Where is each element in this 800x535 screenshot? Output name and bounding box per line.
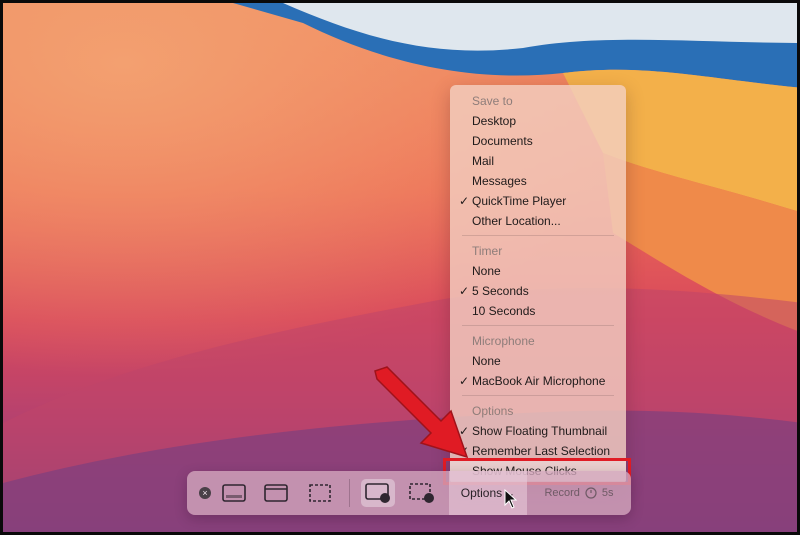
menu-item-10-seconds[interactable]: 10 Seconds — [450, 301, 626, 321]
menu-item-quicktime-player[interactable]: ✓ QuickTime Player — [450, 191, 626, 211]
menu-item-label: Other Location... — [472, 214, 561, 228]
menu-item-documents[interactable]: Documents — [450, 131, 626, 151]
menu-item-macbook-air-microphone[interactable]: ✓ MacBook Air Microphone — [450, 371, 626, 391]
menu-item-label: QuickTime Player — [472, 194, 567, 208]
menu-item-label: MacBook Air Microphone — [472, 374, 606, 388]
section-title-save-to: Save to — [472, 94, 513, 108]
record-entire-screen-icon — [365, 483, 390, 503]
capture-entire-screen-button[interactable] — [221, 479, 247, 507]
record-selection-button[interactable] — [405, 479, 439, 507]
record-button[interactable]: Record 5s — [533, 471, 625, 515]
menu-item-timer-none[interactable]: None — [450, 261, 626, 281]
menu-item-desktop[interactable]: Desktop — [450, 111, 626, 131]
screenshot-frame: Save to Desktop Documents Mail Messages … — [0, 0, 800, 535]
menu-item-label: Mail — [472, 154, 495, 168]
capture-window-button[interactable] — [263, 479, 289, 507]
capture-entire-screen-icon — [222, 484, 246, 502]
menu-item-mail[interactable]: Mail — [450, 151, 626, 171]
menu-item-label: Remember Last Selection — [472, 444, 611, 458]
record-selection-icon — [409, 483, 434, 503]
record-timer-value: 5s — [601, 487, 614, 499]
options-menu: Save to Desktop Documents Mail Messages … — [450, 85, 626, 485]
capture-window-icon — [264, 484, 288, 502]
menu-item-label: Messages — [472, 174, 527, 188]
timer-icon — [585, 487, 597, 499]
menu-item-other-location[interactable]: Other Location... — [450, 211, 626, 231]
capture-selection-button[interactable] — [307, 479, 333, 507]
menu-item-show-floating-thumbnail[interactable]: ✓ Show Floating Thumbnail — [450, 421, 626, 441]
menu-separator — [462, 325, 614, 326]
section-title-options: Options — [472, 404, 514, 418]
checkmark-icon: ✓ — [458, 194, 470, 208]
menu-item-5-seconds[interactable]: ✓ 5 Seconds — [450, 281, 626, 301]
screenshot-toolbar: × Options ⌄ Record 5s — [187, 471, 631, 515]
menu-item-label: None — [472, 264, 501, 278]
menu-item-remember-last-selection[interactable]: ✓Remember Last Selection — [450, 441, 626, 461]
menu-item-label: Desktop — [472, 114, 517, 128]
menu-separator — [462, 395, 614, 396]
menu-item-messages[interactable]: Messages — [450, 171, 626, 191]
close-icon[interactable]: × — [199, 487, 211, 499]
options-label: Options — [460, 486, 503, 500]
checkmark-icon: ✓ — [458, 284, 470, 298]
menu-item-label: None — [472, 354, 501, 368]
menu-item-label: 10 Seconds — [472, 304, 536, 318]
toolbar-divider — [349, 479, 350, 507]
red-arrow-annotation — [374, 366, 469, 459]
menu-item-label: 5 Seconds — [472, 284, 529, 298]
menu-separator — [462, 235, 614, 236]
menu-item-microphone-none[interactable]: None — [450, 351, 626, 371]
section-title-microphone: Microphone — [472, 334, 535, 348]
capture-selection-icon — [309, 484, 331, 502]
mouse-pointer-icon — [504, 489, 518, 509]
section-title-timer: Timer — [472, 244, 503, 258]
menu-item-label: Documents — [472, 134, 533, 148]
record-label: Record — [544, 487, 580, 499]
record-entire-screen-button[interactable] — [361, 479, 395, 507]
menu-item-label: Show Floating Thumbnail — [472, 424, 608, 438]
